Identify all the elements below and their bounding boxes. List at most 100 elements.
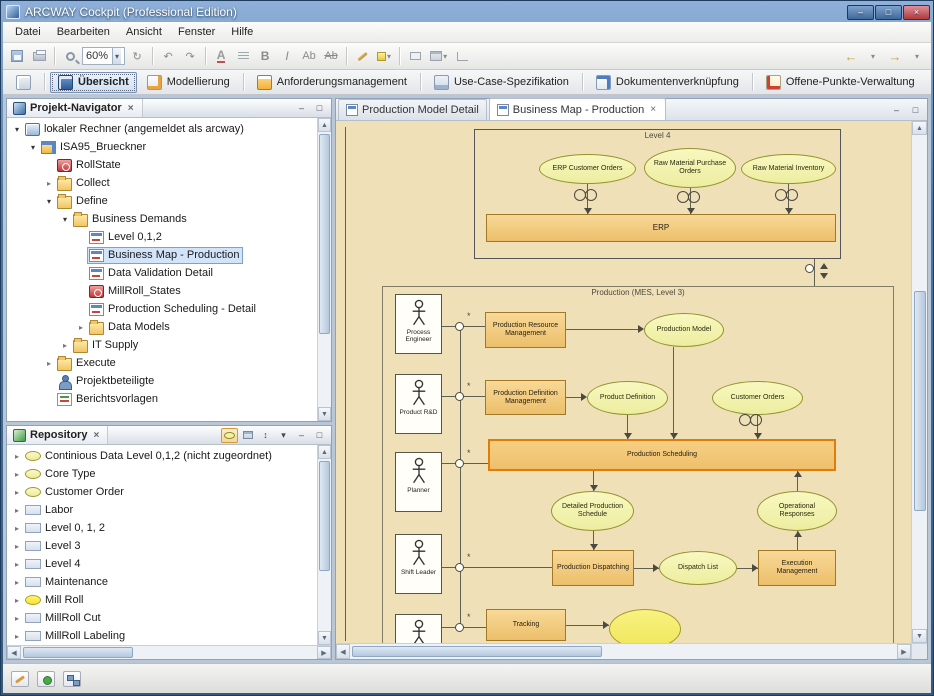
menu-hilfe[interactable]: Hilfe [223,24,261,40]
expander-icon[interactable]: ▸ [11,524,23,533]
maximize-view-button[interactable]: □ [311,428,328,443]
print-button[interactable] [29,46,49,66]
node-tracking[interactable]: Tracking [486,609,566,641]
pen-button[interactable] [352,46,372,66]
repo-item-continious-data[interactable]: ▸ Continious Data Level 0,1,2 (nicht zuge… [7,447,331,465]
scrollbar-thumb[interactable] [319,134,330,334]
scrollbar-thumb[interactable] [914,291,926,511]
repo-item-level-3[interactable]: ▸ Level 3 [7,537,331,555]
perspective-uebersicht[interactable]: Übersicht [50,71,137,93]
repo-item-millroll-cut[interactable]: ▸ MillRoll Cut [7,609,331,627]
tree-item-it-supply[interactable]: ▸ IT Supply [7,336,331,354]
perspective-use-case[interactable]: Use-Case-Spezifikation [426,72,577,93]
repo-collapse-all-button[interactable]: ▾ [275,428,292,443]
repo-item-maintenance[interactable]: ▸ Maintenance [7,573,331,591]
scroll-right-arrow[interactable]: ▶ [317,646,331,659]
nav-forward-dropdown[interactable]: ▾ [907,46,927,66]
repo-item-customer-order[interactable]: ▸ Customer Order [7,483,331,501]
font-color-button[interactable]: A [211,46,231,66]
node-raw-material-inventory[interactable]: Raw Material Inventory [741,154,836,184]
navigator-vertical-scrollbar[interactable]: ▲ ▼ [317,118,331,421]
expander-icon[interactable]: ▸ [11,632,23,641]
menu-ansicht[interactable]: Ansicht [118,24,170,40]
perspective-switcher-button[interactable] [8,72,39,93]
chevron-down-icon[interactable]: ▾ [112,48,122,64]
repo-item-core-type[interactable]: ▸ Core Type [7,465,331,483]
expander-icon[interactable]: ▸ [11,542,23,551]
nav-forward-button[interactable]: → [885,46,905,66]
tab-production-model-detail[interactable]: Production Model Detail [338,99,487,120]
scrollbar-thumb[interactable] [319,461,330,571]
node-raw-material-purchase-orders[interactable]: Raw Material Purchase Orders [644,148,736,188]
zoom-combo[interactable]: 60% ▾ [82,47,126,65]
repository-horizontal-scrollbar[interactable]: ◀ ▶ [7,645,331,659]
expander-icon[interactable]: ▸ [11,560,23,569]
tree-item-lokaler-rechner[interactable]: ▾ lokaler Rechner (angemeldet als arcway) [7,120,331,138]
scroll-right-arrow[interactable]: ▶ [897,644,911,659]
expander-icon[interactable]: ▸ [11,506,23,515]
scrollbar-thumb[interactable] [352,646,602,657]
maximize-button[interactable]: □ [875,4,902,20]
scroll-down-arrow[interactable]: ▼ [912,629,927,643]
perspective-anforderungsmanagement[interactable]: Anforderungsmanagement [249,72,415,93]
tree-item-business-demands[interactable]: ▾ Business Demands [7,210,331,228]
chevron-down-icon[interactable]: ▾ [443,52,447,61]
redo-button[interactable]: ↷ [180,46,200,66]
menu-fenster[interactable]: Fenster [170,24,223,40]
node-detailed-production-schedule[interactable]: Detailed Production Schedule [551,491,634,531]
node-production-resource-management[interactable]: Production Resource Management [485,312,566,348]
scroll-left-arrow[interactable]: ◀ [336,644,350,659]
node-dispatch-list[interactable]: Dispatch List [659,551,737,585]
table-button[interactable]: ▾ [427,46,450,66]
node-product-definition[interactable]: Product Definition [587,381,668,415]
save-button[interactable] [7,46,27,66]
expander-icon[interactable]: ▸ [11,578,23,587]
tree-item-data-validation-detail[interactable]: Data Validation Detail [7,264,331,282]
expander-icon[interactable]: ▾ [27,143,39,152]
maximize-editor-button[interactable]: □ [907,102,924,117]
menu-bearbeiten[interactable]: Bearbeiten [49,24,118,40]
nav-back-dropdown[interactable]: ▾ [863,46,883,66]
outline-icon[interactable] [63,670,81,687]
actor-planner[interactable]: Planner [395,452,442,512]
expander-icon[interactable]: ▾ [59,215,71,224]
container-level4[interactable]: Level 4 ERP Customer Orders Raw Material… [474,129,841,259]
repo-item-level-0-1-2[interactable]: ▸ Level 0, 1, 2 [7,519,331,537]
close-button[interactable]: × [903,4,930,20]
scroll-up-arrow[interactable]: ▲ [912,121,927,135]
repository-title-tab[interactable]: Repository × [7,426,109,444]
menu-datei[interactable]: Datei [7,24,49,40]
align-button[interactable] [233,46,253,66]
expander-icon[interactable]: ▸ [11,470,23,479]
perspective-dokumentenverknuepfung[interactable]: Dokumentenverknüpfung [588,72,747,93]
zoom-tool-button[interactable] [60,46,80,66]
perspective-modellierung[interactable]: Modellierung [139,72,238,93]
expander-icon[interactable]: ▸ [11,614,23,623]
shape-button[interactable] [405,46,425,66]
repo-filter-rects-button[interactable] [239,428,256,443]
scroll-up-arrow[interactable]: ▲ [318,118,331,132]
actor-partial[interactable] [395,614,442,643]
close-icon[interactable]: × [126,103,136,114]
scrollbar-thumb[interactable] [23,647,133,658]
close-icon[interactable]: × [91,430,101,441]
nav-back-button[interactable]: ← [841,46,861,66]
expander-icon[interactable]: ▾ [11,125,23,134]
expander-icon[interactable]: ▸ [43,179,55,188]
edit-mode-icon[interactable] [11,670,29,687]
undo-button[interactable]: ↶ [158,46,178,66]
tree-item-isa95-brueckner[interactable]: ▾ ISA95_Brueckner [7,138,331,156]
font-face-button[interactable]: Ab [299,46,319,66]
node-execution-management[interactable]: Execution Management [758,550,836,586]
repo-item-millroll-labeling[interactable]: ▸ MillRoll Labeling [7,627,331,645]
node-production-model[interactable]: Production Model [644,313,724,347]
editor-horizontal-scrollbar[interactable]: ◀ ▶ [336,643,911,659]
repository-vertical-scrollbar[interactable]: ▲ ▼ [317,445,331,645]
minimize-view-button[interactable]: – [293,428,310,443]
tree-item-execute[interactable]: ▸ Execute [7,354,331,372]
tab-business-map-production[interactable]: Business Map - Production × [488,98,667,120]
expander-icon[interactable]: ▸ [11,596,23,605]
scroll-down-arrow[interactable]: ▼ [318,631,331,645]
tree-item-data-models[interactable]: ▸ Data Models [7,318,331,336]
tree-item-collect[interactable]: ▸ Collect [7,174,331,192]
